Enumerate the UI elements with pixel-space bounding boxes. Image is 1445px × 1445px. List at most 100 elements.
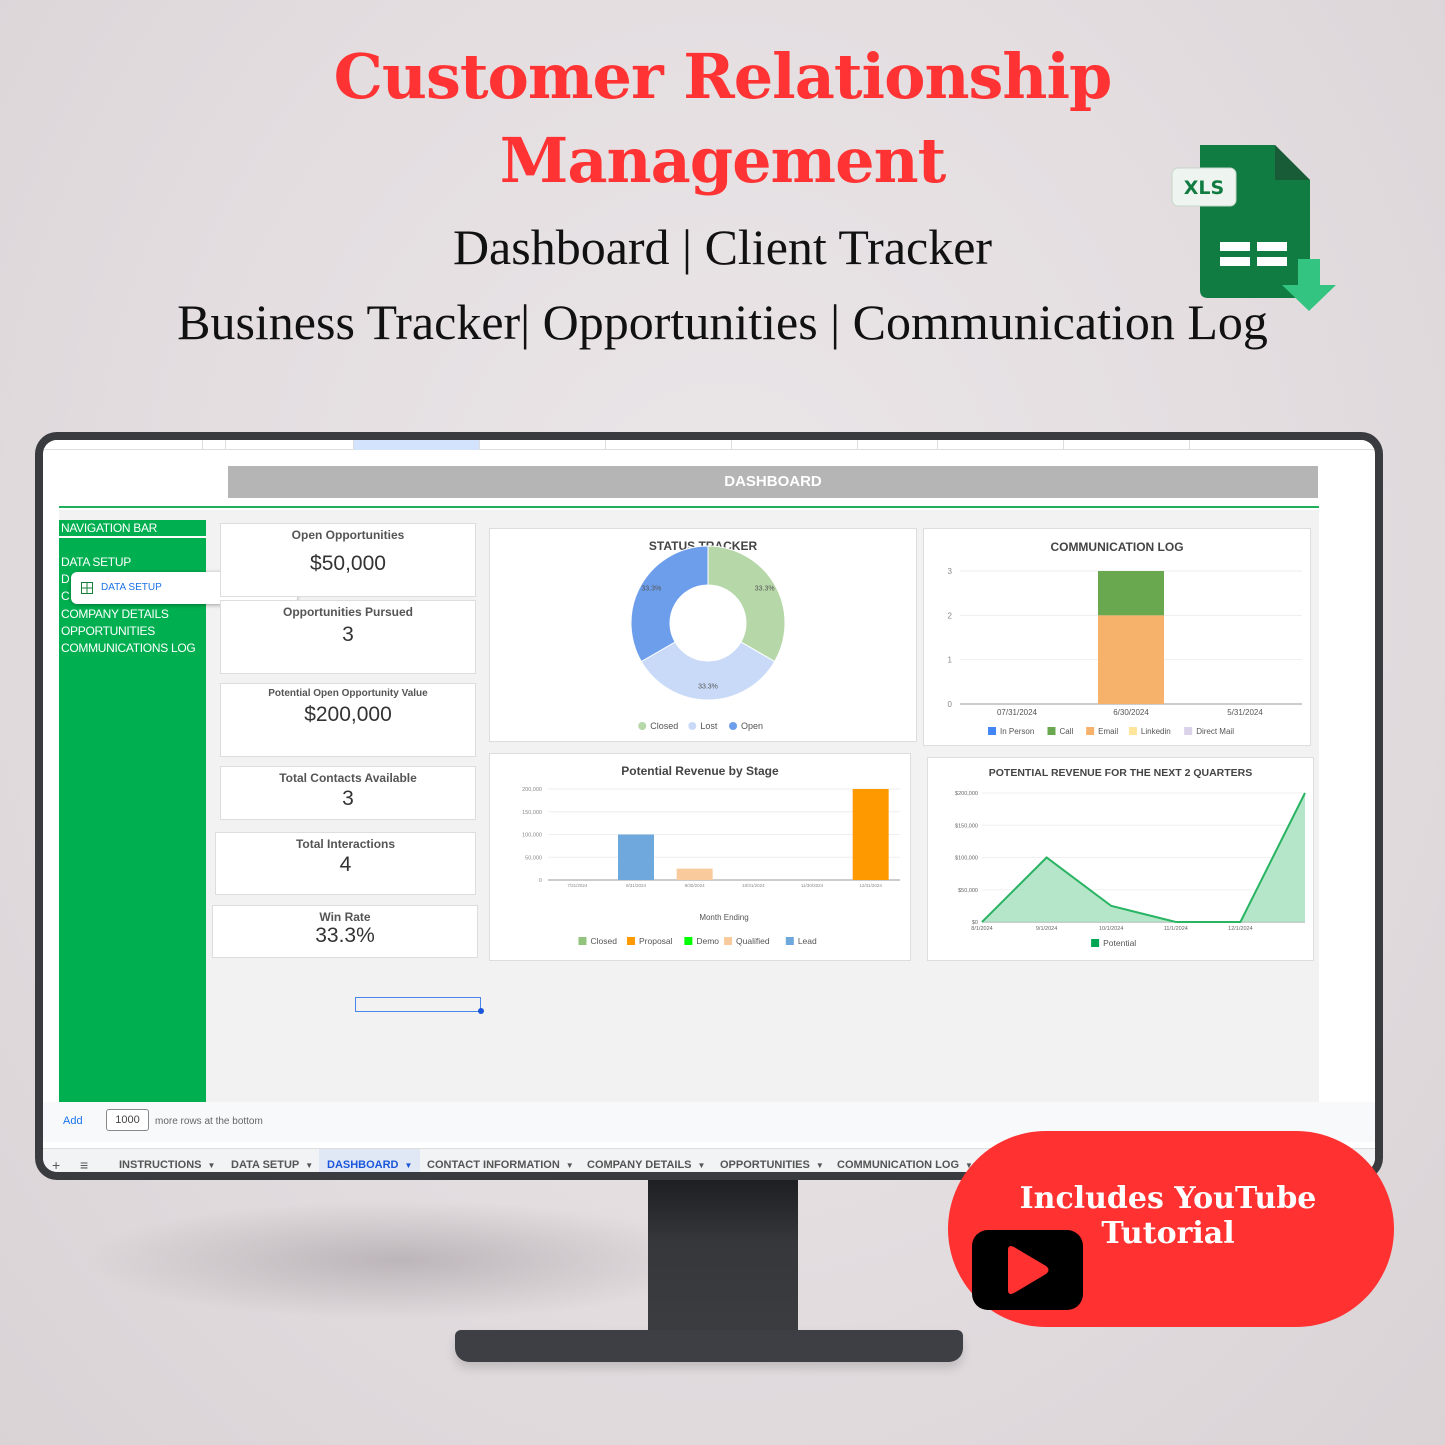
tab-dropdown-icon[interactable]: ▼ [305,1161,313,1170]
donut-slice [707,545,786,663]
nav-link-company-details[interactable]: COMPANY DETAILS [61,607,169,621]
stacked-bar-segment [1098,615,1164,704]
kpi-title: Total Contacts Available [279,771,417,785]
y-tick-label: $100,000 [955,856,978,862]
y-tick-label: 2 [948,611,953,620]
kpi-title: Potential Open Opportunity Value [268,688,428,699]
kpi-title: Win Rate [319,910,371,924]
sheet-tab[interactable]: DASHBOARD ▼ [319,1149,421,1172]
x-tick-label: 8/1/2024 [971,926,992,932]
y-tick-label: 0 [948,700,953,709]
tab-dropdown-icon[interactable]: ▼ [405,1161,413,1170]
x-tick-label: 07/31/2024 [997,708,1038,717]
legend-swatch [729,722,738,730]
slice-label: 33.3% [755,585,775,592]
donut-slice [630,545,709,663]
donut-slice [640,641,776,701]
x-tick-label: 9/1/2024 [1036,926,1057,932]
legend-label: In Person [1000,727,1034,736]
sheet-tab-label: INSTRUCTIONS [119,1159,202,1171]
sheet-tab[interactable]: COMMUNICATION LOG ▼ [829,1149,981,1172]
y-tick-label: 200,000 [522,787,542,793]
youtube-play-icon [972,1230,1083,1310]
youtube-tutorial-badge: Includes YouTube Tutorial [948,1131,1394,1327]
add-sheet-icon[interactable]: + [52,1149,60,1172]
all-sheets-menu-icon[interactable]: ≡ [80,1149,88,1172]
nav-link-client-partial[interactable]: C [61,589,70,603]
x-tick-label: 11/30/2024 [801,883,824,888]
nav-link-data-setup[interactable]: DATA SETUP [61,555,131,569]
sheet-tab[interactable]: INSTRUCTIONS ▼ [111,1149,223,1172]
sheet-tab[interactable]: COMPANY DETAILS ▼ [579,1149,713,1172]
kpi-total-contacts: Total Contacts Available 3 [220,766,476,820]
monitor-frame: DASHBOARD NAVIGATION BAR DATA SETUP D C … [35,432,1383,1180]
legend-label: Closed [650,721,678,731]
next-quarters-revenue-chart[interactable]: POTENTIAL REVENUE FOR THE NEXT 2 QUARTER… [927,757,1314,961]
product-title-line1: Customer Relationship [333,40,1113,113]
add-rows-button[interactable]: Add [63,1115,83,1127]
status-tracker-chart[interactable]: STATUS TRACKER 33.3% 33.3% 33.3% Closed Lost… [489,528,917,742]
kpi-value: 33.3% [315,924,375,947]
sheet-tab[interactable]: OPPORTUNITIES ▼ [712,1149,832,1172]
monitor-shadow [80,1200,720,1320]
legend-swatch [1091,939,1100,947]
rows-help-text: more rows at the bottom [155,1116,263,1127]
y-tick-label: 150,000 [522,810,542,816]
revenue-by-stage-chart[interactable]: Potential Revenue by Stage 0 50,000 100,00… [489,753,911,961]
slice-label: 33.3% [698,684,718,691]
promo-line1: Includes YouTube [1019,1181,1317,1216]
x-tick-label: 12/31/2024 [859,883,882,888]
legend-label: Direct Mail [1196,727,1234,736]
legend-swatch [578,937,587,945]
legend-swatch [627,937,636,945]
monitor-stand-neck [648,1178,798,1338]
kpi-open-opportunities: Open Opportunities $50,000 [220,523,476,597]
tab-dropdown-icon[interactable]: ▼ [566,1161,574,1170]
divider-line [59,506,1319,508]
kpi-title: Total Interactions [295,837,396,851]
x-tick-label: 6/30/2024 [1113,708,1149,717]
nav-link-opportunities[interactable]: OPPORTUNITIES [61,624,155,638]
sheet-tab[interactable]: DATA SETUP ▼ [223,1149,321,1172]
y-tick-label: 3 [948,567,953,576]
legend-label: Qualified [736,936,770,946]
legend-label: Closed [590,936,617,946]
tab-dropdown-icon[interactable]: ▼ [208,1161,216,1170]
kpi-value: $50,000 [310,552,386,575]
communication-log-chart[interactable]: COMMUNICATION LOG 0 1 2 3 07/31/2024 6/30/202… [923,528,1311,746]
legend-label: Proposal [639,936,673,946]
kpi-opportunities-pursued: Opportunities Pursued 3 [220,600,476,674]
revenue-bar [676,868,713,880]
nav-link-communications-log[interactable]: COMMUNICATIONS LOG [61,641,196,655]
kpi-value: $200,000 [304,703,392,726]
legend-label: Call [1059,727,1073,736]
tab-dropdown-icon[interactable]: ▼ [816,1161,824,1170]
x-tick-label: 7/31/2024 [567,883,588,888]
fill-handle[interactable] [478,1008,484,1014]
sheet-tab[interactable]: CONTACT INFORMATION ▼ [419,1149,582,1172]
x-tick-label: 10/31/2024 [742,883,765,888]
xls-badge-text: XLS [1184,177,1224,199]
legend-label: Lost [700,721,718,731]
revenue-bar [618,834,654,880]
legend-swatch [1128,727,1137,735]
legend-swatch [988,727,997,735]
x-tick-label: 9/30/2024 [685,883,706,888]
y-tick-label: 100,000 [522,833,542,839]
x-tick-label: 8/31/2024 [626,883,647,888]
revenue-bar [852,789,889,880]
rows-count-input[interactable]: 1000 [106,1109,149,1131]
nav-header-cell: NAVIGATION BAR [59,520,206,538]
legend-label: Lead [798,936,817,946]
x-tick-label: 11/1/2024 [1164,926,1188,932]
legend-swatch [1086,727,1095,735]
navigation-bar: NAVIGATION BAR DATA SETUP D C COMPANY DE… [59,520,206,1102]
tab-dropdown-icon[interactable]: ▼ [698,1161,706,1170]
selected-cell[interactable] [355,997,481,1012]
nav-link-contact-partial[interactable]: D [61,572,70,586]
link-preview-label[interactable]: DATA SETUP [101,582,162,593]
legend-swatch [684,937,693,945]
column-headers[interactable] [43,440,1375,450]
kpi-value: 3 [342,787,354,810]
x-tick-label: 10/1/2024 [1099,926,1123,932]
